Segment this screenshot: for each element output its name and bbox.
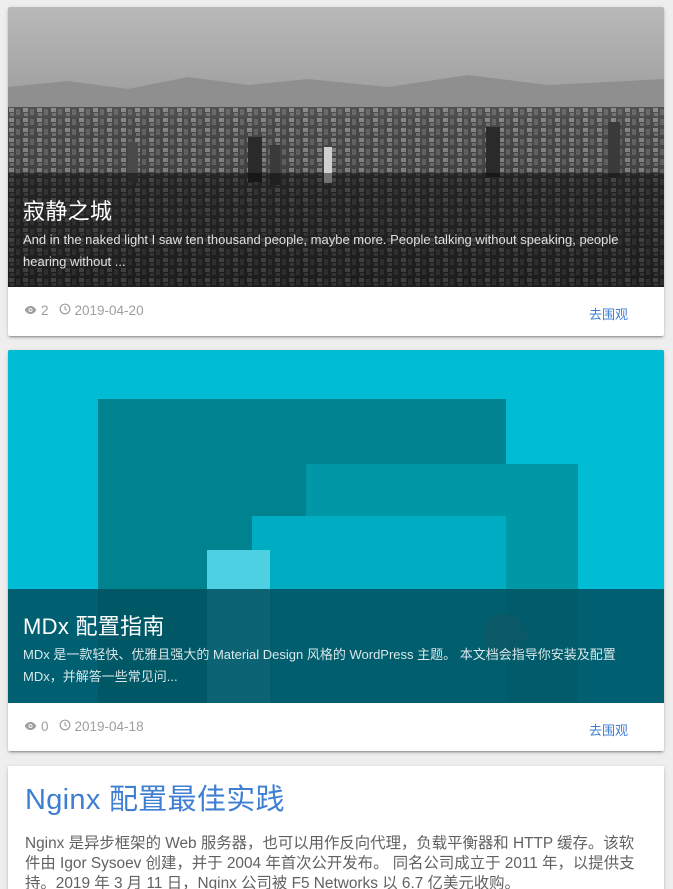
post-date: 2019-04-20 [74, 303, 144, 318]
post-actions: 2 2019-04-20 去围观 [8, 287, 664, 336]
post-text-content: Nginx 配置最佳实践 Nginx 是异步框架的 Web 服务器，也可以用作反… [8, 766, 664, 889]
clock-icon [59, 303, 71, 318]
post-card[interactable]: 寂静之城 And in the naked light I saw ten th… [8, 7, 664, 336]
post-body: Nginx 是异步框架的 Web 服务器，也可以用作反向代理，负载平衡器和 HT… [25, 835, 635, 889]
clock-icon [59, 719, 71, 734]
post-date: 2019-04-18 [74, 719, 144, 734]
post-excerpt: MDx 是一款轻快、优雅且强大的 Material Design 风格的 Wor… [23, 647, 616, 684]
post-excerpt: And in the naked light I saw ten thousan… [23, 232, 619, 269]
read-more-button[interactable]: 去围观 [589, 304, 628, 323]
post-meta: 0 2019-04-18 [24, 719, 144, 734]
post-thumbnail[interactable]: MDx 配置指南 MDx 是一款轻快、优雅且强大的 Material Desig… [8, 350, 664, 703]
post-overlay: 寂静之城 And in the naked light I saw ten th… [8, 173, 664, 287]
post-overlay: MDx 配置指南 MDx 是一款轻快、优雅且强大的 Material Desig… [8, 589, 664, 703]
post-actions: 0 2019-04-18 去围观 [8, 703, 664, 751]
post-title[interactable]: MDx 配置指南 [23, 614, 648, 640]
post-title[interactable]: Nginx 配置最佳实践 [25, 782, 647, 818]
eye-icon [24, 719, 37, 734]
view-count: 2 [41, 303, 49, 318]
view-count: 0 [41, 719, 49, 734]
post-card[interactable]: MDx 配置指南 MDx 是一款轻快、优雅且强大的 Material Desig… [8, 350, 664, 751]
read-more-button[interactable]: 去围观 [589, 720, 628, 739]
post-feed: 寂静之城 And in the naked light I saw ten th… [0, 0, 673, 889]
post-title[interactable]: 寂静之城 [23, 199, 648, 225]
post-card[interactable]: Nginx 配置最佳实践 Nginx 是异步框架的 Web 服务器，也可以用作反… [8, 766, 664, 889]
eye-icon [24, 303, 37, 318]
post-thumbnail[interactable]: 寂静之城 And in the naked light I saw ten th… [8, 7, 664, 287]
post-meta: 2 2019-04-20 [24, 303, 144, 318]
